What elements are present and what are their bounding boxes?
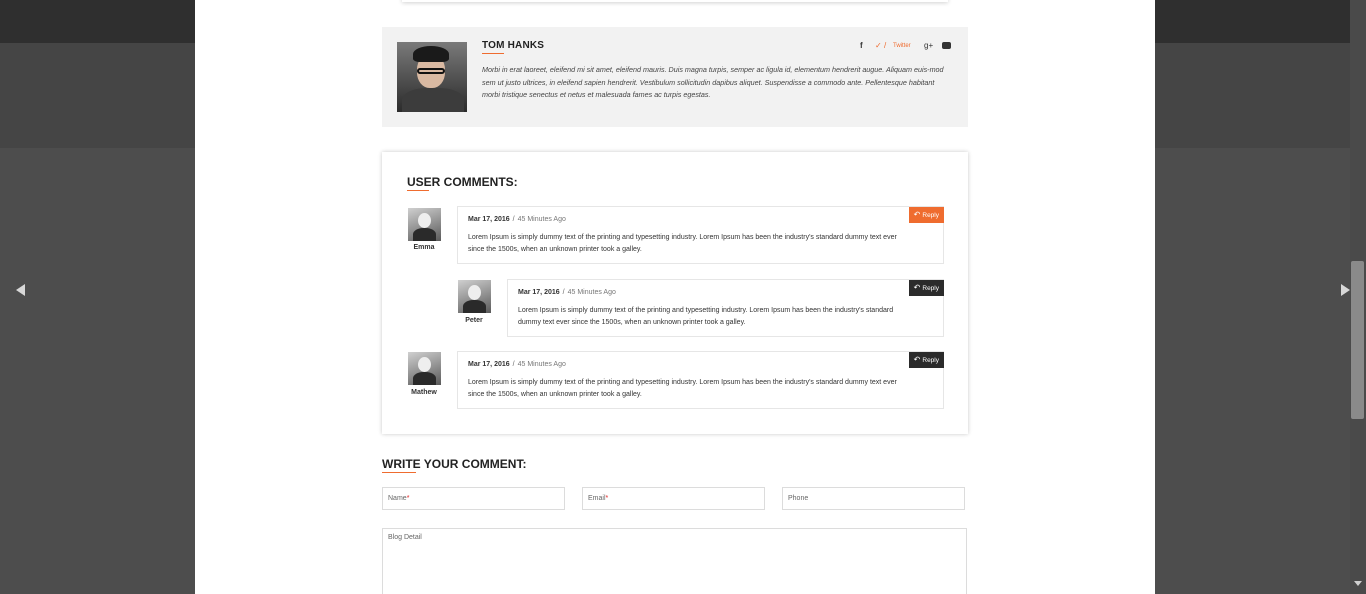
comment-text-line: Lorem Ipsum is simply dummy text of the …	[468, 234, 897, 241]
comments-title: USER COMMENTS:	[407, 175, 518, 189]
avatar[interactable]	[408, 352, 441, 385]
meta-separator: /	[562, 289, 565, 296]
write-comment-underline	[382, 472, 416, 473]
phone-placeholder: Phone	[788, 495, 809, 502]
comment-meta: Mar 17, 2016/45 Minutes Ago	[468, 216, 566, 223]
comment-author-name[interactable]: Mathew	[404, 389, 444, 396]
comment-date: Mar 17, 2016	[468, 216, 510, 223]
comment-text-line: since the 1500s, when an unknown printer…	[468, 391, 642, 399]
reply-arrow-icon: ↶	[913, 210, 921, 219]
previous-arrow-icon[interactable]	[16, 284, 25, 296]
twitter-icon[interactable]: ✓	[875, 41, 882, 50]
required-mark: *	[605, 495, 609, 502]
twitter-link[interactable]: Twitter	[893, 43, 911, 49]
comment-text: Lorem Ipsum is simply dummy text of the …	[468, 232, 897, 257]
comment-meta: Mar 17, 2016/45 Minutes Ago	[518, 289, 616, 296]
comment-text-line: since the 1500s, when an unknown printer…	[468, 246, 642, 254]
comment-time-ago: 45 Minutes Ago	[567, 289, 616, 296]
user-comments-section: USER COMMENTS: Emma Mar 17, 2016/45 Minu…	[382, 152, 968, 434]
email-field[interactable]: Email*	[582, 487, 765, 510]
reply-button[interactable]: ↶ Reply	[908, 352, 944, 368]
comment-box: Mar 17, 2016/45 Minutes Ago ↶ Reply Lorem…	[507, 279, 944, 337]
blog-detail-modal: TOM HANKS f ✓ / Twitter g+ Morbi in erat…	[195, 0, 1155, 594]
reply-label: Reply	[922, 285, 939, 292]
reply-arrow-icon: ↶	[913, 283, 921, 292]
comment-date: Mar 17, 2016	[468, 361, 510, 368]
youtube-icon[interactable]	[942, 42, 951, 49]
google-plus-icon[interactable]: g+	[924, 41, 933, 50]
author-bio: Morbi in erat laoreet, eleifend mi sit a…	[482, 65, 944, 99]
author-photo	[397, 42, 467, 112]
blog-detail-textarea[interactable]: Blog Detail	[382, 528, 967, 594]
meta-separator: /	[512, 361, 515, 368]
reply-button[interactable]: ↶ Reply	[908, 207, 944, 223]
comment-text: Lorem Ipsum is simply dummy text of the …	[518, 305, 893, 330]
comment-box: Mar 17, 2016/45 Minutes Ago ↶ Reply Lorem…	[457, 206, 944, 264]
comment-date: Mar 17, 2016	[518, 289, 560, 296]
scrollbar-thumb[interactable]	[1351, 261, 1364, 419]
detail-placeholder: Blog Detail	[388, 534, 422, 541]
reply-button[interactable]: ↶ Reply	[908, 280, 944, 296]
facebook-icon[interactable]: f	[860, 41, 863, 50]
twitter-separator: /	[884, 41, 887, 50]
comment-box: Mar 17, 2016/45 Minutes Ago ↶ Reply Lorem…	[457, 351, 944, 409]
comment-text-line: dummy text ever since the 1500s, when an…	[518, 319, 746, 327]
name-placeholder: Name	[388, 495, 407, 502]
reply-arrow-icon: ↶	[913, 355, 921, 364]
comment-author-name[interactable]: Peter	[454, 317, 494, 324]
comment-text: Lorem Ipsum is simply dummy text of the …	[468, 377, 897, 402]
next-arrow-icon[interactable]	[1341, 284, 1350, 296]
name-field[interactable]: Name*	[382, 487, 565, 510]
comment-text-line: Lorem Ipsum is simply dummy text of the …	[468, 379, 897, 386]
author-name-underline	[482, 53, 504, 54]
avatar[interactable]	[408, 208, 441, 241]
write-comment-title: WRITE YOUR COMMENT:	[382, 457, 527, 471]
required-mark: *	[406, 495, 410, 502]
avatar[interactable]	[458, 280, 491, 313]
scroll-down-arrow-icon[interactable]	[1354, 581, 1362, 586]
phone-field[interactable]: Phone	[782, 487, 965, 510]
comments-title-underline	[407, 190, 429, 191]
meta-separator: /	[512, 216, 515, 223]
comment-time-ago: 45 Minutes Ago	[517, 361, 566, 368]
comment-meta: Mar 17, 2016/45 Minutes Ago	[468, 361, 566, 368]
comment-text-line: Lorem Ipsum is simply dummy text of the …	[518, 307, 894, 314]
comment-author-name[interactable]: Emma	[404, 244, 444, 251]
email-placeholder: Email	[588, 495, 606, 502]
previous-content-card	[402, 0, 948, 2]
author-box: TOM HANKS f ✓ / Twitter g+ Morbi in erat…	[382, 27, 968, 127]
comment-time-ago: 45 Minutes Ago	[517, 216, 566, 223]
author-name: TOM HANKS	[482, 40, 545, 51]
reply-label: Reply	[922, 212, 939, 219]
reply-label: Reply	[922, 357, 939, 364]
